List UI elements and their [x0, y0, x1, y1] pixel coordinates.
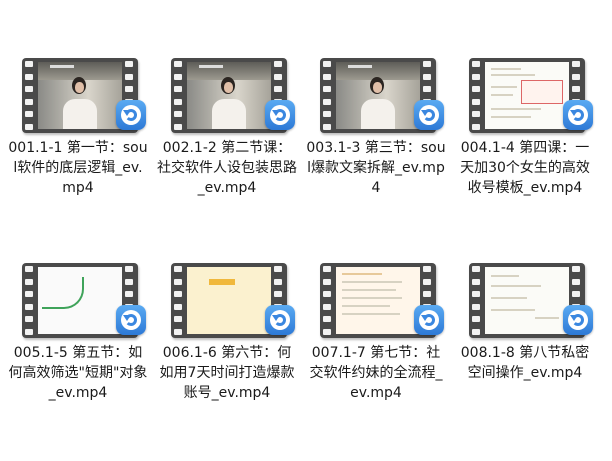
video-file-item[interactable]: 007.1-7 第七节：社交软件约妹的全流程_ev.mp4 — [306, 263, 446, 453]
player-app-icon — [414, 305, 444, 335]
video-file-item[interactable]: 008.1-8 第八节私密空间操作_ev.mp4 — [455, 263, 595, 453]
player-app-icon — [563, 305, 593, 335]
file-name-label[interactable]: 004.1-4 第四课：一天加30个女生的高效收号模板_ev.mp4 — [455, 138, 595, 198]
file-name-label[interactable]: 002.1-2 第二节课：社交软件人设包装思路_ev.mp4 — [157, 138, 297, 198]
file-name-label[interactable]: 008.1-8 第八节私密空间操作_ev.mp4 — [455, 343, 595, 383]
player-app-icon — [414, 100, 444, 130]
player-app-icon — [265, 305, 295, 335]
document-thumbnail — [336, 267, 420, 334]
file-name-label[interactable]: 006.1-6 第六节：何如用7天时间打造爆款账号_ev.mp4 — [157, 343, 297, 403]
document-thumbnail — [485, 62, 569, 129]
video-file-item[interactable]: 004.1-4 第四课：一天加30个女生的高效收号模板_ev.mp4 — [455, 58, 595, 248]
video-thumbnail — [38, 62, 122, 129]
video-thumbnail — [187, 62, 271, 129]
video-file-item[interactable]: 002.1-2 第二节课：社交软件人设包装思路_ev.mp4 — [157, 58, 297, 248]
file-name-label[interactable]: 001.1-1 第一节：soul软件的底层逻辑_ev.mp4 — [8, 138, 148, 198]
video-file-item[interactable]: 001.1-1 第一节：soul软件的底层逻辑_ev.mp4 — [8, 58, 148, 248]
video-file-item[interactable]: 003.1-3 第三节：soul爆款文案拆解_ev.mp4 — [306, 58, 446, 248]
video-thumbnail — [336, 62, 420, 129]
slide-thumbnail — [187, 267, 271, 334]
file-name-label[interactable]: 005.1-5 第五节：如何高效筛选"短期"对象_ev.mp4 — [8, 343, 148, 403]
file-name-label[interactable]: 003.1-3 第三节：soul爆款文案拆解_ev.mp4 — [306, 138, 446, 198]
player-app-icon — [265, 100, 295, 130]
file-name-label[interactable]: 007.1-7 第七节：社交软件约妹的全流程_ev.mp4 — [306, 343, 446, 403]
video-file-item[interactable]: 005.1-5 第五节：如何高效筛选"短期"对象_ev.mp4 — [8, 263, 148, 453]
player-app-icon — [116, 305, 146, 335]
document-thumbnail — [485, 267, 569, 334]
file-grid: 001.1-1 第一节：soul软件的底层逻辑_ev.mp4 002.1-2 第… — [0, 0, 612, 461]
video-file-item[interactable]: 006.1-6 第六节：何如用7天时间打造爆款账号_ev.mp4 — [157, 263, 297, 453]
mindmap-thumbnail — [38, 267, 122, 334]
player-app-icon — [563, 100, 593, 130]
player-app-icon — [116, 100, 146, 130]
